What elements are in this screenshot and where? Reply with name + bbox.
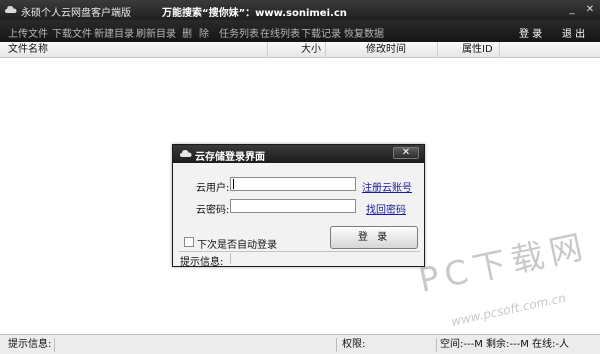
auto-login-checkbox[interactable]	[184, 237, 194, 247]
status-permission-label: 权限:	[342, 339, 366, 350]
dialog-status-bar: 提示信息:	[178, 251, 420, 268]
download-file-button[interactable]: 下载文件	[52, 25, 92, 40]
app-title: 永硕个人云网盘客户端版	[21, 8, 131, 19]
new-folder-button[interactable]: 新建目录	[94, 25, 134, 40]
minimize-icon[interactable]: _	[565, 3, 579, 17]
password-label: 云密码:	[196, 205, 230, 216]
forgot-password-link[interactable]: 找回密码	[366, 201, 406, 216]
login-toolbar-button[interactable]: 登 录	[519, 25, 542, 40]
column-header-modified[interactable]: 修改时间	[326, 42, 438, 58]
file-list-header: 文件名称 大小 修改时间 属性ID	[0, 42, 600, 58]
text-caret	[233, 179, 234, 189]
login-button[interactable]: 登 录	[330, 226, 418, 249]
close-icon[interactable]: ✕	[583, 3, 597, 17]
cloud-icon	[180, 150, 192, 157]
download-history-button[interactable]: 下载记录	[301, 25, 341, 40]
delete-button-part2[interactable]: 除	[199, 25, 209, 40]
slogan-text: 万能搜索“搜你妹”：www.sonimei.cn	[162, 8, 347, 19]
column-header-name[interactable]: 文件名称	[0, 42, 268, 58]
restore-data-button[interactable]: 恢复数据	[344, 25, 384, 40]
cloud-icon	[5, 6, 17, 13]
dialog-title-bar: 云存储登录界面 ✕	[173, 145, 424, 163]
status-divider	[230, 253, 231, 264]
online-list-button[interactable]: 在线列表	[260, 25, 300, 40]
exit-toolbar-button[interactable]: 退 出	[562, 25, 585, 40]
user-input[interactable]	[230, 177, 356, 191]
dialog-status-label: 提示信息:	[180, 257, 224, 268]
status-divider	[336, 338, 337, 352]
dialog-title: 云存储登录界面	[195, 152, 265, 163]
refresh-folder-button[interactable]: 刷新目录	[136, 25, 176, 40]
status-bar: 提示信息: 权限: 空间:---M 剩余:---M 在线:-人	[0, 334, 600, 354]
status-divider	[54, 338, 55, 352]
delete-button-part1[interactable]: 删	[182, 25, 192, 40]
login-dialog: 云存储登录界面 ✕ 云用户: 注册云账号 云密码: 找回密码 下次是否自动登录 …	[172, 144, 425, 268]
title-bar: 永硕个人云网盘客户端版 万能搜索“搜你妹”：www.sonimei.cn _ ✕	[0, 0, 600, 20]
status-space-text: 空间:---M 剩余:---M 在线:-人	[440, 339, 569, 350]
column-header-attr-id[interactable]: 属性ID	[438, 42, 500, 58]
status-divider	[436, 338, 437, 352]
user-label: 云用户:	[196, 183, 230, 194]
task-list-button[interactable]: 任务列表	[219, 25, 259, 40]
toolbar: 上传文件 下载文件 新建目录 刷新目录 删 除 任务列表 在线列表 下载记录 恢…	[0, 20, 600, 42]
status-hint-label: 提示信息:	[8, 339, 52, 350]
auto-login-label[interactable]: 下次是否自动登录	[197, 236, 277, 251]
column-header-size[interactable]: 大小	[268, 42, 326, 58]
upload-file-button[interactable]: 上传文件	[8, 25, 48, 40]
password-input[interactable]	[230, 199, 356, 213]
dialog-close-button[interactable]: ✕	[393, 147, 419, 159]
register-link[interactable]: 注册云账号	[362, 179, 412, 194]
